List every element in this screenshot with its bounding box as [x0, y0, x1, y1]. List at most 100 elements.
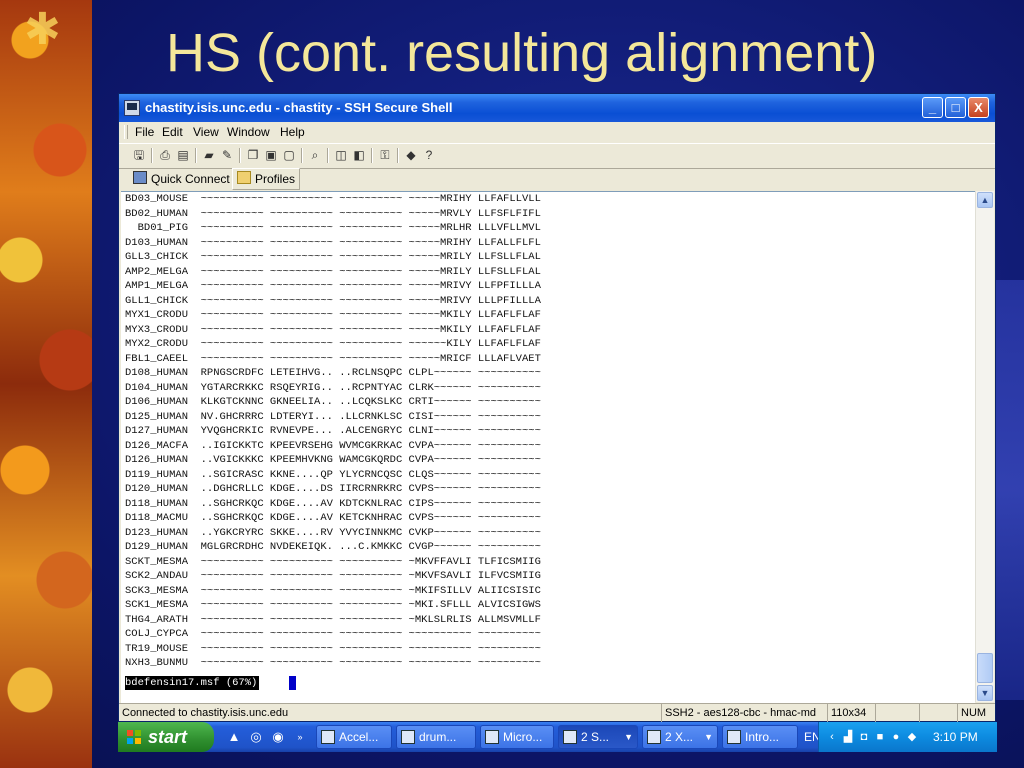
profiles-button[interactable]: Profiles [232, 168, 301, 190]
terminal-line: D123_HUMAN ..YGKCRYRC SKKE....RV YVYCINN… [125, 526, 541, 539]
status-bar: Connected to chastity.isis.unc.edu SSH2 … [119, 703, 995, 722]
toolbar-separator [371, 148, 373, 163]
task-app-icon [485, 730, 499, 744]
scroll-up-arrow-icon[interactable]: ▲ [977, 192, 993, 208]
close-button[interactable]: X [968, 97, 989, 118]
tray-app-icon[interactable]: ● [889, 730, 903, 744]
system-tray: ‹ ▟ ◘ ■ ● ◆ 3:10 PM [818, 722, 997, 752]
quick-connect-button[interactable]: Quick Connect [129, 168, 234, 190]
terminal-line: MYX1_CRODU ~~~~~~~~~~ ~~~~~~~~~~ ~~~~~~~… [125, 309, 541, 321]
task-micro[interactable]: Micro... [480, 725, 554, 749]
terminal-line: D126_MACFA ..IGICKKTC KPEEVRSEHG WVMCGKR… [125, 439, 541, 452]
paste-icon[interactable]: ▣ [263, 147, 279, 163]
settings-icon[interactable]: ✎ [219, 147, 235, 163]
print-icon[interactable]: ⎙ [157, 147, 173, 163]
task-label: 2 X... [665, 730, 694, 744]
terminal-line: D125_HUMAN NV.GHCRRRC LDTERYI... .LLCRNK… [125, 410, 541, 423]
terminal-line: SCK2_ANDAU ~~~~~~~~~~ ~~~~~~~~~~ ~~~~~~~… [125, 570, 541, 582]
lock-status-icon [875, 704, 919, 722]
clock: 3:10 PM [933, 730, 978, 744]
folder-icon [237, 171, 251, 184]
antivirus-icon[interactable]: ■ [873, 730, 887, 744]
menu-edit[interactable]: Edit [162, 122, 183, 142]
terminal-line: SCK3_MESMA ~~~~~~~~~~ ~~~~~~~~~~ ~~~~~~~… [125, 584, 541, 597]
num-lock-status: NUM [957, 704, 995, 722]
tray-expand-icon[interactable]: ‹ [825, 730, 839, 744]
menu-file[interactable]: File [135, 122, 154, 142]
slide-title: HS (cont. resulting alignment) [166, 23, 878, 83]
copy-icon[interactable]: ❐ [245, 147, 261, 163]
task-ssh-icon [563, 730, 577, 744]
task-word-icon [727, 730, 741, 744]
terminal-cursor [289, 676, 296, 690]
quicklaunch-overflow-icon[interactable]: » [292, 729, 308, 745]
decorative-left-strip: ✱ [0, 0, 92, 768]
terminal-line: GLL3_CHICK ~~~~~~~~~~ ~~~~~~~~~~ ~~~~~~~… [125, 251, 541, 263]
task-label: Accel... [339, 730, 379, 744]
vertical-scrollbar[interactable]: ▲ ▼ [975, 191, 994, 702]
terminal-line: D126_HUMAN ..VGICKKKC KPEEMHVKNG WAMCGKQ… [125, 454, 541, 466]
cipher-status: SSH2 - aes128-cbc - hmac-md [661, 704, 827, 722]
window-titlebar[interactable]: chastity.isis.unc.edu - chastity - SSH S… [119, 94, 995, 122]
task-accel[interactable]: Accel... [316, 725, 392, 749]
minimize-button[interactable]: _ [922, 97, 943, 118]
task-drum[interactable]: drum... [396, 725, 476, 749]
acrobat-quicklaunch-icon[interactable]: ▲ [226, 729, 242, 745]
paste-alt-icon[interactable]: ▢ [281, 147, 297, 163]
volume-icon[interactable]: ◘ [857, 730, 871, 744]
scrollbar-thumb[interactable] [977, 653, 993, 683]
tray-util-icon[interactable]: ◆ [905, 730, 919, 744]
group-arrow-icon: ▼ [704, 732, 713, 742]
terminal-line: D118_HUMAN ..SGHCRKQC KDGE....AV KDTCKNL… [125, 497, 541, 510]
menu-view[interactable]: View [193, 122, 219, 142]
menu-window[interactable]: Window [227, 122, 270, 142]
connection-status: Connected to chastity.isis.unc.edu [122, 707, 289, 719]
terminal-line: D118_MACMU ..SGHCRKQC KDGE....AV KETCKNH… [125, 512, 541, 524]
profiles-label: Profiles [255, 172, 296, 186]
help-contents-icon[interactable]: ◆ [403, 147, 419, 163]
find-icon[interactable]: ⌕ [307, 147, 323, 163]
toolbar: 🖫 ⎙ ▤ ▰ ✎ ❐ ▣ ▢ ⌕ ◫ ◧ ⚿ ◆ ? [119, 143, 995, 169]
terminal-line: BD01_PIG ~~~~~~~~~~ ~~~~~~~~~~ ~~~~~~~~~… [125, 222, 541, 234]
start-button[interactable]: start [118, 722, 214, 752]
task-label: Intro... [745, 730, 780, 744]
task-intro[interactable]: Intro... [722, 725, 798, 749]
quick-connect-label: Quick Connect [151, 172, 230, 186]
window-title: chastity.isis.unc.edu - chastity - SSH S… [145, 100, 453, 115]
disconnect-icon[interactable]: ▰ [201, 147, 217, 163]
terminal-line: D106_HUMAN KLKGTCKNNC GKNEELIA.. ..LCQKS… [125, 396, 541, 408]
print-preview-icon[interactable]: ▤ [175, 147, 191, 163]
media-quicklaunch-icon[interactable]: ◉ [270, 729, 286, 745]
blank-status-cell [919, 704, 957, 722]
terminal-line: GLL1_CHICK ~~~~~~~~~~ ~~~~~~~~~~ ~~~~~~~… [125, 294, 541, 307]
new-file-transfer-icon[interactable]: ◧ [351, 147, 367, 163]
terminal-line: D127_HUMAN YVQGHCRKIC RVNEVPE... .ALCENG… [125, 425, 541, 437]
task-x-group[interactable]: 2 X... ▼ [642, 725, 718, 749]
network-icon[interactable]: ▟ [841, 730, 855, 744]
decorative-right-panel [996, 280, 1024, 700]
windows-flag-icon [127, 730, 141, 744]
task-x-icon [647, 730, 661, 744]
menu-grip [124, 125, 128, 139]
task-ssh-group[interactable]: 2 S... ▼ [558, 725, 638, 749]
toolbar-separator [397, 148, 399, 163]
browser-quicklaunch-icon[interactable]: ◎ [248, 729, 264, 745]
menu-help[interactable]: Help [280, 122, 305, 142]
toolbar-separator [301, 148, 303, 163]
terminal-line: COLJ_CYPCA ~~~~~~~~~~ ~~~~~~~~~~ ~~~~~~~… [125, 628, 541, 640]
scroll-down-arrow-icon[interactable]: ▼ [977, 685, 993, 701]
maximize-button[interactable]: □ [945, 97, 966, 118]
terminal-line: SCK1_MESMA ~~~~~~~~~~ ~~~~~~~~~~ ~~~~~~~… [125, 599, 541, 611]
terminal-line: D119_HUMAN ..SGICRASC KKNE....QP YLYCRNC… [125, 468, 541, 481]
taskbar: start ▲ ◎ ◉ » Accel... drum... Micro... … [118, 722, 997, 752]
new-terminal-icon[interactable]: ◫ [333, 147, 349, 163]
toolbar-separator [195, 148, 197, 163]
terminal-line: AMP2_MELGA ~~~~~~~~~~ ~~~~~~~~~~ ~~~~~~~… [125, 265, 541, 278]
terminal-line: D104_HUMAN YGTARCRKKC RSQEYRIG.. ..RCPNT… [125, 381, 541, 394]
whats-this-icon[interactable]: ? [421, 147, 437, 163]
keys-icon[interactable]: ⚿ [377, 147, 393, 163]
terminal-line: D103_HUMAN ~~~~~~~~~~ ~~~~~~~~~~ ~~~~~~~… [125, 236, 541, 249]
save-icon[interactable]: 🖫 [131, 147, 147, 163]
start-label: start [148, 727, 188, 747]
terminal-output[interactable]: BD03_MOUSE ~~~~~~~~~~ ~~~~~~~~~~ ~~~~~~~… [121, 191, 975, 703]
